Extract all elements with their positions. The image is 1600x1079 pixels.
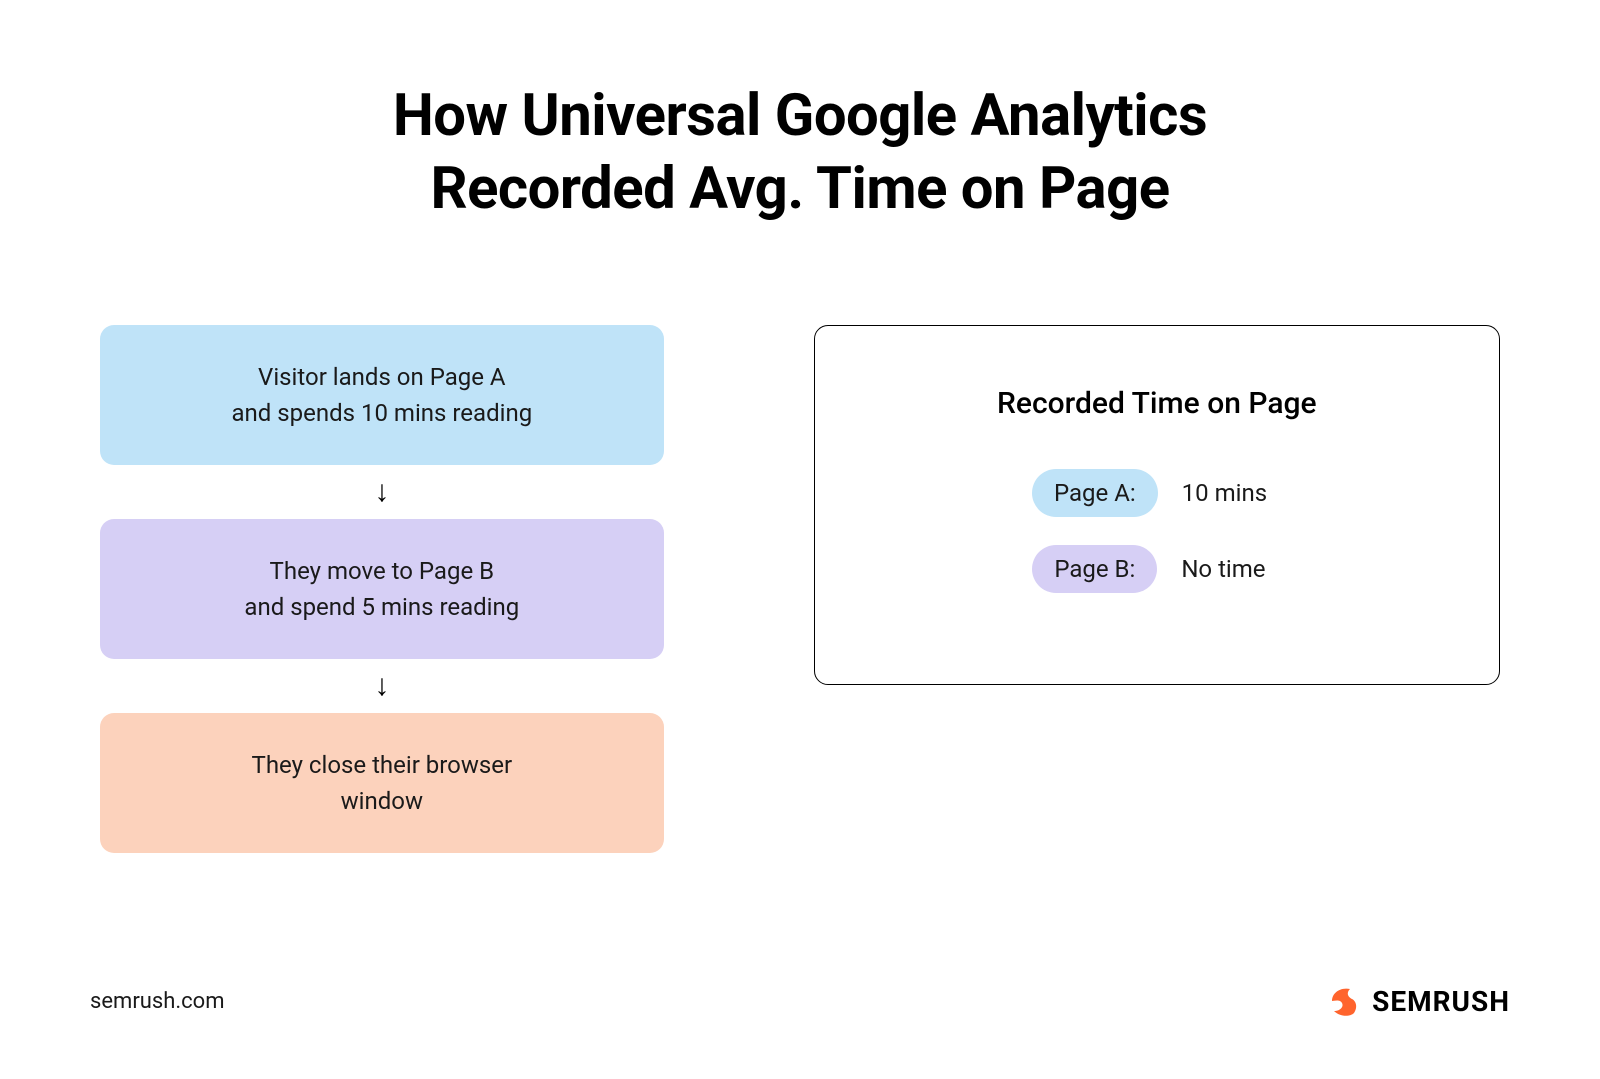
footer-url: semrush.com xyxy=(90,989,225,1014)
diagram-title: How Universal Google Analytics Recorded … xyxy=(90,80,1510,225)
result-value-page-b: No time xyxy=(1181,555,1281,583)
flow-step-1-line1: Visitor lands on Page A xyxy=(258,363,506,391)
flow-step-2-line2: and spend 5 mins reading xyxy=(244,593,519,621)
flow-step-1-line2: and spends 10 mins reading xyxy=(231,399,532,427)
content-area: Visitor lands on Page A and spends 10 mi… xyxy=(90,325,1510,853)
result-value-page-a: 10 mins xyxy=(1182,479,1282,507)
arrow-down-icon: ↓ xyxy=(374,465,389,519)
title-line-1: How Universal Google Analytics xyxy=(393,82,1207,150)
footer: semrush.com SEMRUSH xyxy=(90,983,1510,1019)
flow-step-3: They close their browser window xyxy=(100,713,664,853)
flow-step-3-line2: window xyxy=(341,787,423,815)
semrush-logo: SEMRUSH xyxy=(1326,983,1510,1019)
result-heading: Recorded Time on Page xyxy=(997,386,1317,421)
result-pill-page-b: Page B: xyxy=(1032,545,1157,593)
arrow-down-icon: ↓ xyxy=(374,659,389,713)
title-line-2: Recorded Avg. Time on Page xyxy=(430,155,1169,223)
result-row-page-a: Page A: 10 mins xyxy=(1032,469,1282,517)
flow-step-3-line1: They close their browser xyxy=(252,751,513,779)
flow-step-2-line1: They move to Page B xyxy=(270,557,495,585)
result-row-page-b: Page B: No time xyxy=(1032,545,1281,593)
result-panel: Recorded Time on Page Page A: 10 mins Pa… xyxy=(814,325,1500,685)
result-pill-page-a: Page A: xyxy=(1032,469,1158,517)
flow-column: Visitor lands on Page A and spends 10 mi… xyxy=(100,325,664,853)
flow-step-2: They move to Page B and spend 5 mins rea… xyxy=(100,519,664,659)
flow-step-1: Visitor lands on Page A and spends 10 mi… xyxy=(100,325,664,465)
semrush-flame-icon xyxy=(1326,983,1362,1019)
semrush-logo-text: SEMRUSH xyxy=(1372,985,1510,1018)
